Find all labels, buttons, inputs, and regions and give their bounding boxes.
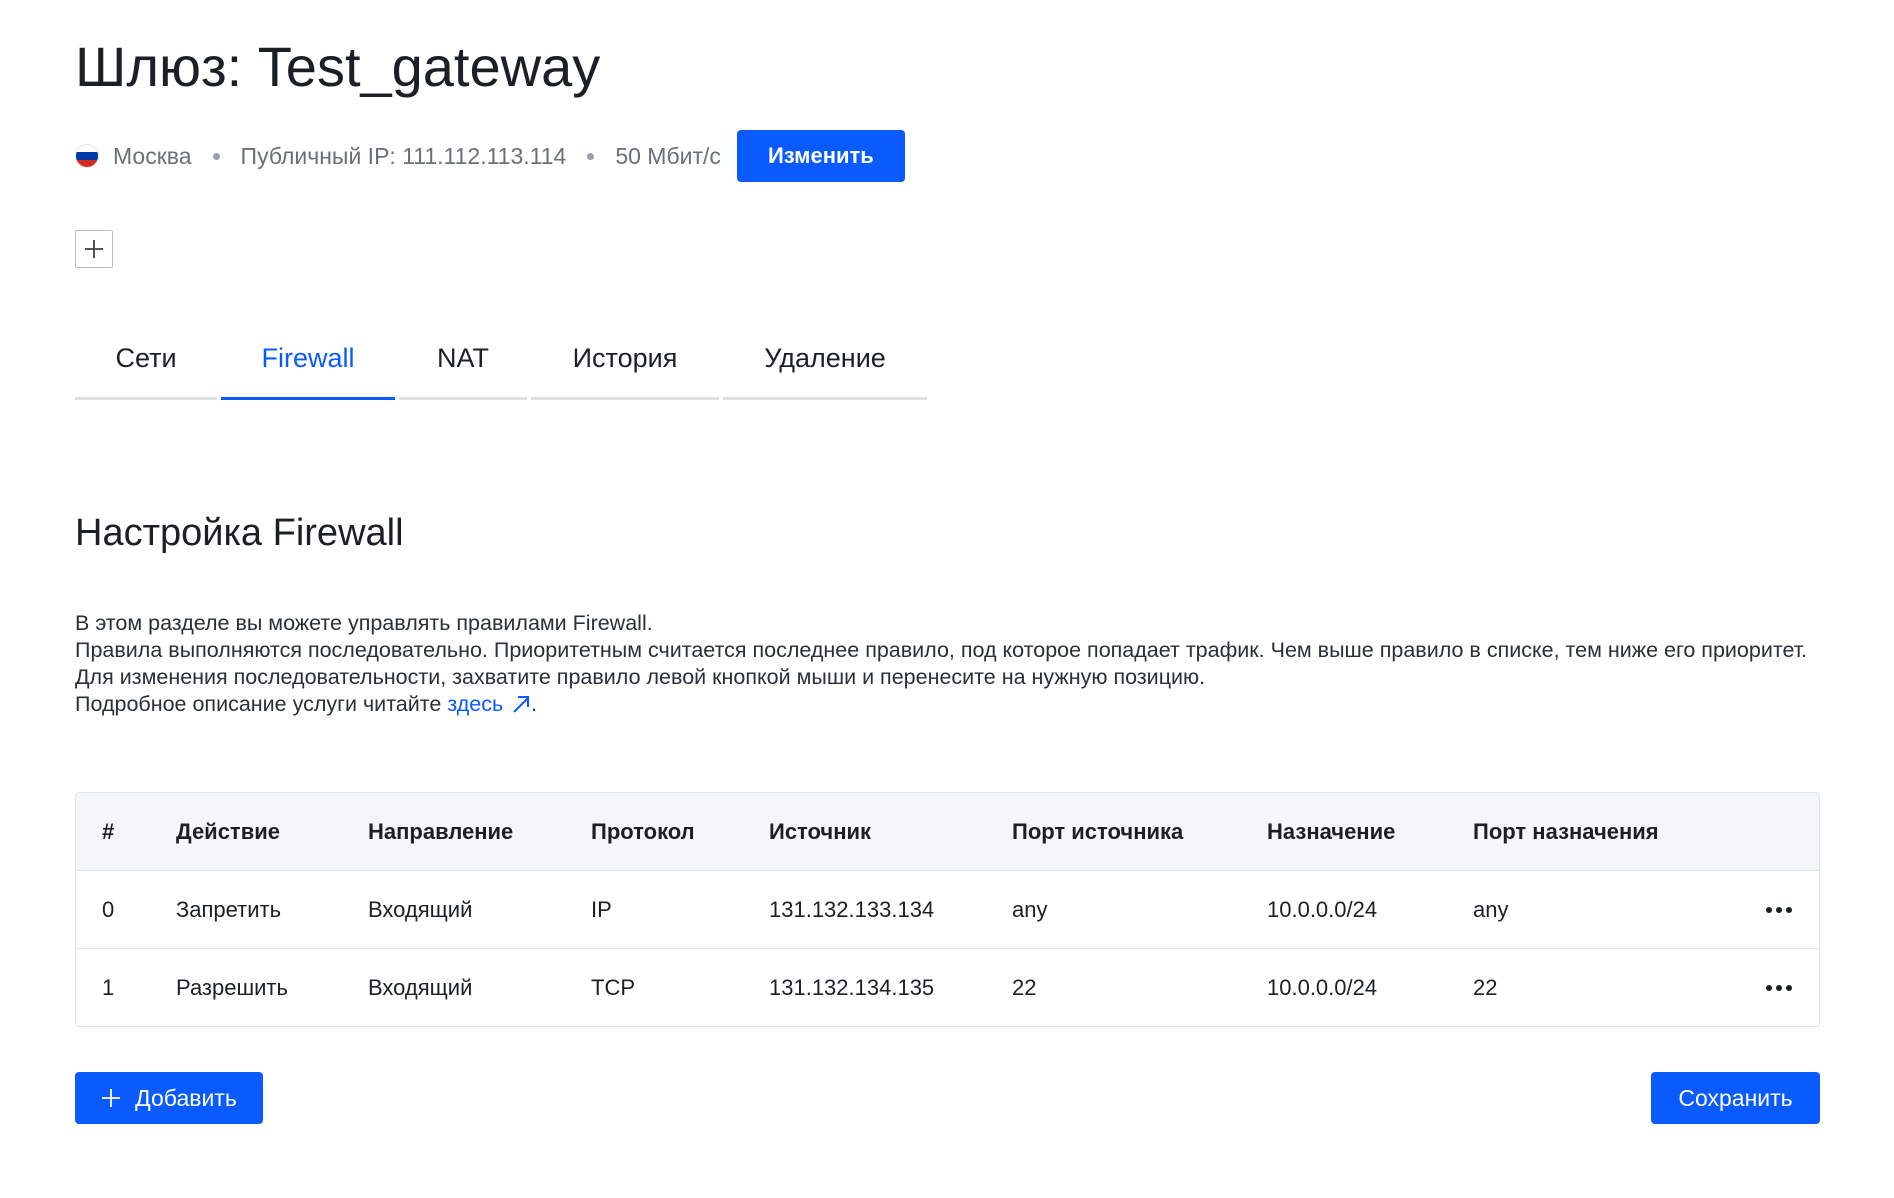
table-row[interactable]: 1 Разрешить Входящий TCP 131.132.134.135… [76, 948, 1819, 1026]
add-rule-label: Добавить [135, 1084, 237, 1111]
description-line: Для изменения последовательности, захват… [75, 665, 1206, 689]
add-tag-button[interactable] [75, 230, 113, 268]
table-cell: 10.0.0.0/24 [1267, 896, 1378, 922]
description-line: Правила выполняются последовательно. При… [75, 638, 1808, 662]
table-row[interactable]: 0 Запретить Входящий IP 131.132.133.134 … [76, 870, 1819, 948]
table-cell: 22 [1473, 974, 1498, 1000]
table-cell: TCP [591, 974, 635, 1000]
docs-link-label: здесь [447, 692, 504, 716]
column-header: Источник [769, 818, 872, 844]
tab-bar: Сети Firewall NAT История Удаление [75, 320, 931, 400]
table-cell: 22 [1012, 974, 1037, 1000]
more-options-icon[interactable] [1761, 976, 1797, 1000]
table-cell: Запретить [176, 896, 282, 922]
more-suffix: . [531, 692, 538, 716]
table-cell: 131.132.133.134 [769, 896, 935, 922]
section-title: Настройка Firewall [75, 512, 404, 554]
table-cell: 10.0.0.0/24 [1267, 974, 1378, 1000]
table-header-row: # Действие Направление Протокол Источник… [76, 793, 1819, 870]
public-ip-text: Публичный IP: 111.112.113.114 [240, 142, 567, 169]
table-cell: 131.132.134.135 [769, 974, 935, 1000]
docs-link[interactable]: здесь [447, 692, 531, 716]
column-header: Протокол [591, 818, 695, 844]
column-header: Действие [176, 818, 280, 844]
table-cell: Входящий [368, 896, 473, 922]
tab-firewall[interactable]: Firewall [221, 320, 395, 400]
plus-icon [85, 240, 103, 258]
separator-dot [212, 152, 220, 160]
plus-icon [102, 1089, 121, 1107]
separator-dot [587, 152, 595, 160]
table-cell: Разрешить [176, 974, 288, 1000]
save-button[interactable]: Сохранить [1651, 1072, 1820, 1124]
page-title: Шлюз: Test_gateway [75, 35, 601, 98]
external-link-icon [513, 696, 530, 713]
table-cell: any [1012, 896, 1048, 922]
firewall-rules-table: # Действие Направление Протокол Источник… [75, 792, 1820, 1027]
table-cell: Входящий [368, 974, 473, 1000]
tab-nat[interactable]: NAT [399, 320, 527, 400]
column-header: Направление [368, 818, 514, 844]
change-button[interactable]: Изменить [736, 130, 905, 182]
gateway-meta: Москва Публичный IP: 111.112.113.114 50 … [75, 130, 905, 182]
more-prefix: Подробное описание услуги читайте [75, 692, 448, 716]
table-cell: 1 [102, 974, 115, 1000]
location-text: Москва [113, 142, 192, 169]
column-header: Назначение [1267, 818, 1396, 844]
bandwidth-text: 50 Мбит/с [615, 142, 721, 169]
add-rule-button[interactable]: Добавить [75, 1072, 263, 1124]
more-options-icon[interactable] [1761, 898, 1797, 922]
description-line: В этом разделе вы можете управлять прави… [75, 611, 653, 635]
table-cell: IP [591, 896, 612, 922]
column-header: Порт источника [1012, 818, 1184, 844]
column-header: # [102, 818, 115, 844]
table-cell: 0 [102, 896, 115, 922]
description-more: Подробное описание услуги читайте здесь. [75, 691, 1820, 718]
russia-flag-icon [75, 144, 99, 168]
tab-networks[interactable]: Сети [75, 320, 217, 400]
tab-history[interactable]: История [531, 320, 719, 400]
table-cell: any [1473, 896, 1509, 922]
column-header: Порт назначения [1473, 818, 1659, 844]
section-description: В этом разделе вы можете управлять прави… [75, 610, 1820, 718]
tab-delete[interactable]: Удаление [723, 320, 927, 400]
